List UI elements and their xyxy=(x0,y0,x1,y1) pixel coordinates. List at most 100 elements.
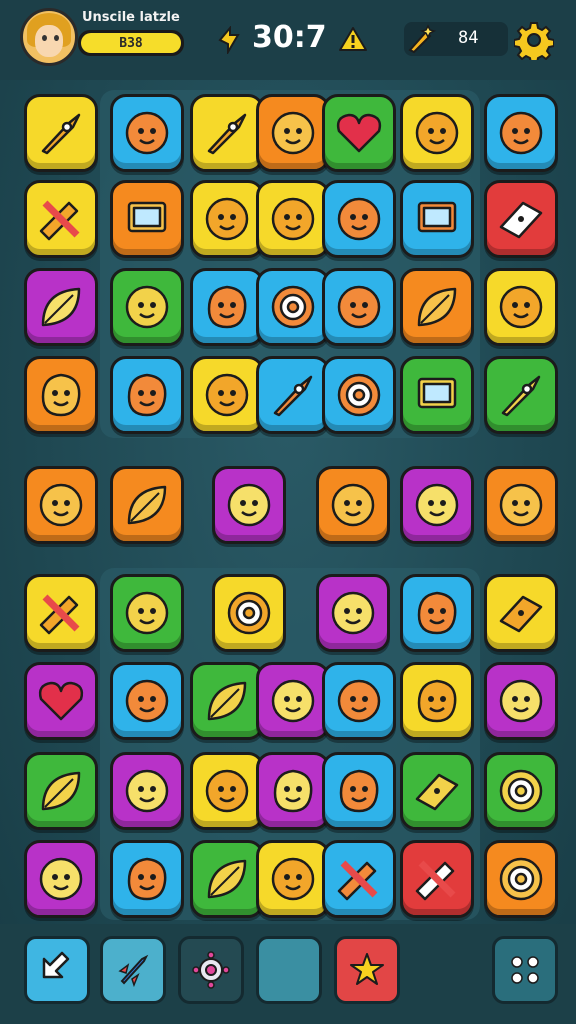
crown-face-icon xyxy=(227,483,271,527)
game-tile[interactable] xyxy=(190,356,264,434)
game-tile[interactable] xyxy=(322,94,396,172)
game-tile[interactable] xyxy=(212,466,286,544)
game-tile[interactable] xyxy=(24,466,98,544)
game-tile[interactable] xyxy=(484,752,558,830)
game-tile[interactable] xyxy=(212,574,286,652)
leaf-icon xyxy=(127,485,167,525)
game-tile[interactable] xyxy=(400,94,474,172)
rocket-icon xyxy=(501,375,541,417)
game-tile[interactable] xyxy=(400,662,474,740)
game-tile[interactable] xyxy=(322,268,396,346)
game-tile[interactable] xyxy=(110,268,184,346)
game-tile[interactable] xyxy=(400,180,474,258)
cat-face-icon xyxy=(331,591,375,635)
game-tile[interactable] xyxy=(484,840,558,918)
game-tile[interactable] xyxy=(256,356,330,434)
rocket-power-button[interactable] xyxy=(100,936,166,1004)
bald-face-icon xyxy=(205,373,249,417)
lollipop-icon xyxy=(337,373,381,417)
coin-counter: 84 xyxy=(404,22,508,56)
gear-icon[interactable] xyxy=(514,20,554,60)
game-tile[interactable] xyxy=(110,180,184,258)
game-tile[interactable] xyxy=(484,268,558,346)
game-tile[interactable] xyxy=(190,94,264,172)
game-tile[interactable] xyxy=(110,94,184,172)
smiley-icon xyxy=(499,285,543,329)
rocket-icon xyxy=(41,113,81,155)
bug-power-button[interactable] xyxy=(178,936,244,1004)
game-tile[interactable] xyxy=(110,662,184,740)
game-tile[interactable] xyxy=(24,268,98,346)
game-tile[interactable] xyxy=(322,662,396,740)
star-power-button[interactable] xyxy=(334,936,400,1004)
game-tile[interactable] xyxy=(316,574,390,652)
game-tile[interactable] xyxy=(322,356,396,434)
game-tile[interactable] xyxy=(256,94,330,172)
game-tile[interactable] xyxy=(24,662,98,740)
dice-icon xyxy=(499,201,543,239)
game-tile[interactable] xyxy=(400,356,474,434)
game-tile[interactable] xyxy=(484,94,558,172)
game-tile[interactable] xyxy=(24,180,98,258)
game-tile[interactable] xyxy=(322,840,396,918)
game-tile[interactable] xyxy=(110,752,184,830)
game-tile[interactable] xyxy=(256,180,330,258)
game-tile[interactable] xyxy=(190,662,264,740)
game-tile[interactable] xyxy=(322,752,396,830)
game-tile[interactable] xyxy=(484,662,558,740)
boy-face-icon xyxy=(125,591,169,635)
game-tile[interactable] xyxy=(24,840,98,918)
game-tile[interactable] xyxy=(24,574,98,652)
game-tile[interactable] xyxy=(256,662,330,740)
game-tile[interactable] xyxy=(24,356,98,434)
smiley-icon xyxy=(499,483,543,527)
game-tile[interactable] xyxy=(484,574,558,652)
game-tile[interactable] xyxy=(256,752,330,830)
tulip-icon xyxy=(41,771,81,811)
game-tile[interactable] xyxy=(190,752,264,830)
bird-icon xyxy=(273,375,313,417)
game-tile[interactable] xyxy=(484,466,558,544)
game-tile[interactable] xyxy=(110,356,184,434)
game-tile[interactable] xyxy=(400,840,474,918)
menu-button[interactable] xyxy=(492,936,558,1004)
boy-face-icon xyxy=(271,197,315,241)
game-tile[interactable] xyxy=(400,466,474,544)
game-tile[interactable] xyxy=(110,574,184,652)
magic-wand-icon xyxy=(408,24,436,54)
game-tile[interactable] xyxy=(256,840,330,918)
game-tile[interactable] xyxy=(24,752,98,830)
game-tile[interactable] xyxy=(316,466,390,544)
game-tile[interactable] xyxy=(322,180,396,258)
beetle-icon xyxy=(127,857,167,901)
game-screen: Unscile latzle B38 30:7 84 xyxy=(0,0,576,1024)
game-tile[interactable] xyxy=(400,752,474,830)
game-tile[interactable] xyxy=(110,466,184,544)
feather-icon xyxy=(417,287,457,327)
paintbrush-icon xyxy=(337,860,378,901)
top-header: Unscile latzle B38 30:7 84 xyxy=(0,0,576,80)
alert-icon[interactable] xyxy=(338,26,368,52)
game-tile[interactable] xyxy=(190,268,264,346)
game-tile[interactable] xyxy=(190,840,264,918)
game-tile[interactable] xyxy=(190,180,264,258)
game-tile[interactable] xyxy=(24,94,98,172)
cake-icon xyxy=(499,595,543,633)
heart-icon xyxy=(38,681,84,721)
splat-icon xyxy=(339,769,379,813)
timer: 30:7 xyxy=(252,20,327,55)
game-tile[interactable] xyxy=(400,268,474,346)
leaf-icon xyxy=(41,287,81,327)
game-tile[interactable] xyxy=(484,180,558,258)
crown-face-icon xyxy=(415,483,459,527)
game-tile[interactable] xyxy=(256,268,330,346)
fish-face-icon xyxy=(499,111,543,155)
game-tile[interactable] xyxy=(110,840,184,918)
recycle-icon xyxy=(499,857,543,901)
game-tile[interactable] xyxy=(484,356,558,434)
back-button[interactable] xyxy=(24,936,90,1004)
lightning-icon xyxy=(218,26,240,54)
player-avatar[interactable] xyxy=(20,8,78,66)
game-tile[interactable] xyxy=(400,574,474,652)
empty-slot[interactable] xyxy=(256,936,322,1004)
